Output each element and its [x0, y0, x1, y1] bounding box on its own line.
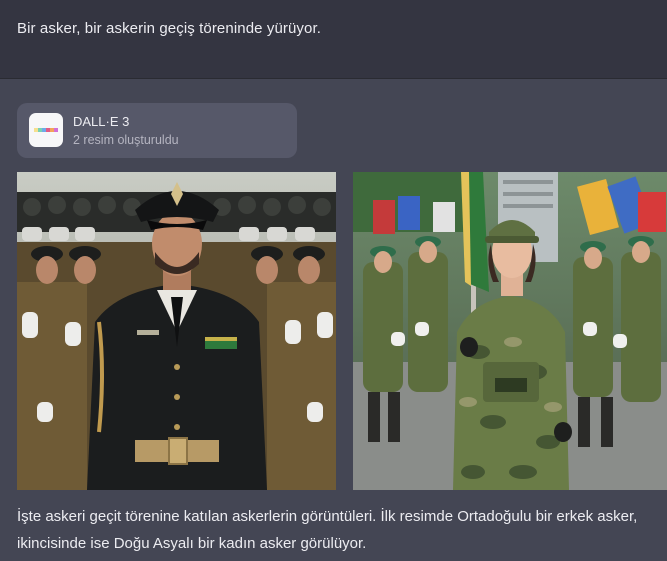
user-message: Bir asker, bir askerin geçiş töreninde y…: [0, 0, 667, 79]
dalle-title: DALL·E 3: [73, 114, 130, 129]
assistant-message: DALL·E 3 2 resim oluşturuldu İşte askeri…: [0, 79, 667, 561]
generated-image-soldier-man-icon: [17, 172, 336, 490]
generated-image-soldier-woman[interactable]: [353, 172, 667, 490]
dalle-subtitle: 2 resim oluşturuldu: [73, 133, 179, 147]
generated-image-soldier-woman-icon: [353, 172, 667, 490]
generated-image-soldier-man[interactable]: [17, 172, 336, 490]
dalle-palette-icon: [29, 113, 63, 147]
user-message-text: Bir asker, bir askerin geçiş töreninde y…: [17, 20, 322, 37]
assistant-caption: İşte askeri geçit törenine katılan asker…: [17, 508, 638, 552]
dalle-tool-card[interactable]: DALL·E 3 2 resim oluşturuldu: [17, 103, 297, 158]
